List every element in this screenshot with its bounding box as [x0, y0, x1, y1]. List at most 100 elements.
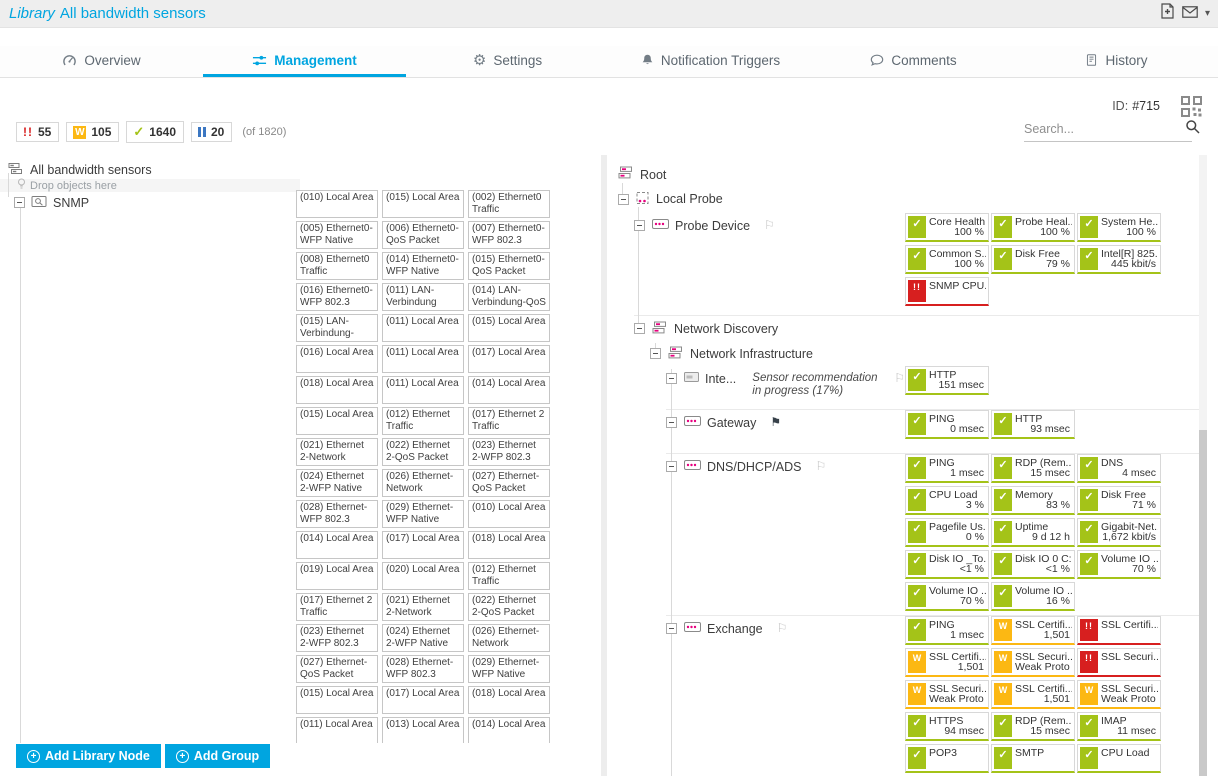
sensor-box[interactable]: ✓ POP3	[905, 744, 989, 773]
library-sensor-cell[interactable]: (015) LAN-Verbindung-	[296, 314, 378, 342]
library-root-node[interactable]: All bandwidth sensors	[0, 162, 600, 178]
library-sensor-cell[interactable]: (021) Ethernet 2-Network	[382, 593, 464, 621]
collapse-toggle[interactable]	[14, 197, 25, 208]
library-sensor-cell[interactable]: (014) LAN-Verbindung-QoS	[468, 283, 550, 311]
library-sensor-cell[interactable]: (005) Ethernet0-WFP Native	[296, 221, 378, 249]
sensor-box[interactable]: ✓ Disk Free 79 %	[991, 245, 1075, 274]
library-sensor-cell[interactable]: (017) Ethernet 2 Traffic	[296, 593, 378, 621]
collapse-toggle[interactable]	[634, 220, 645, 231]
device-label[interactable]: Gateway	[707, 416, 756, 430]
library-sensor-cell[interactable]: (017) Local Area	[468, 345, 550, 373]
sensor-box[interactable]: W SSL Securi... Weak Proto...	[991, 648, 1075, 677]
library-sensor-cell[interactable]: (007) Ethernet0-WFP 802.3	[468, 221, 550, 249]
badge-down[interactable]: !! 55	[16, 122, 59, 142]
library-sensor-cell[interactable]: (027) Ethernet-QoS Packet	[468, 469, 550, 497]
device-label[interactable]: Exchange	[707, 622, 763, 636]
library-sensor-cell[interactable]: (011) LAN-Verbindung	[382, 283, 464, 311]
library-sensor-cell[interactable]: (015) Local Area	[382, 190, 464, 218]
library-sensor-cell[interactable]: (027) Ethernet-QoS Packet	[296, 655, 378, 683]
drop-target-hint[interactable]: Drop objects here	[0, 179, 300, 192]
library-sensor-cell[interactable]: (023) Ethernet 2-WFP 802.3	[296, 624, 378, 652]
sensor-box[interactable]: ✓ DNS 4 msec	[1077, 454, 1161, 483]
sensor-box[interactable]: W SSL Securi... Weak Proto...	[1077, 680, 1161, 709]
sensor-box[interactable]: ✓ PING 1 msec	[905, 616, 989, 645]
dropdown-caret-icon[interactable]: ▾	[1205, 9, 1210, 19]
sensor-box[interactable]: ✓ Common S... 100 %	[905, 245, 989, 274]
library-sensor-cell[interactable]: (011) Local Area	[296, 717, 378, 743]
search-input[interactable]	[1024, 122, 1185, 136]
add-library-node-button[interactable]: + Add Library Node	[16, 744, 161, 768]
tab-management[interactable]: Management	[203, 46, 406, 77]
search-icon[interactable]	[1185, 119, 1200, 139]
sensor-box[interactable]: ✓ Gigabit-Net... 1,672 kbit/s	[1077, 518, 1161, 547]
sensor-box[interactable]: ✓ PING 1 msec	[905, 454, 989, 483]
badge-warning[interactable]: W 105	[66, 122, 119, 142]
sensor-box[interactable]: ✓ Probe Heal... 100 %	[991, 213, 1075, 242]
library-sensor-cell[interactable]: (026) Ethernet-Network	[468, 624, 550, 652]
library-sensor-cell[interactable]: (024) Ethernet 2-WFP Native	[296, 469, 378, 497]
sensor-box[interactable]: W SSL Certifi... 1,501	[905, 648, 989, 677]
sensor-box[interactable]: ✓ PING 0 msec	[905, 410, 989, 439]
sensor-box[interactable]: ✓ CPU Load	[1077, 744, 1161, 773]
device-label[interactable]: Network Discovery	[674, 322, 778, 336]
sensor-box[interactable]: ✓ Volume IO ... 70 %	[1077, 550, 1161, 579]
library-sensor-cell[interactable]: (029) Ethernet-WFP Native	[382, 500, 464, 528]
sensor-box[interactable]: ✓ Core Health 100 %	[905, 213, 989, 242]
library-sensor-cell[interactable]: (022) Ethernet 2-QoS Packet	[468, 593, 550, 621]
library-sensor-cell[interactable]: (023) Ethernet 2-WFP 802.3	[468, 438, 550, 466]
tab-history[interactable]: History	[1015, 46, 1218, 77]
panel-splitter[interactable]	[601, 155, 607, 776]
sensor-box[interactable]: ✓ IMAP 11 msec	[1077, 712, 1161, 741]
email-icon[interactable]	[1182, 5, 1198, 23]
collapse-toggle[interactable]	[666, 461, 677, 472]
badge-paused[interactable]: 20	[191, 122, 232, 142]
flag-icon[interactable]: ⚐	[777, 622, 788, 634]
library-sensor-cell[interactable]: (016) Ethernet0-WFP 802.3	[296, 283, 378, 311]
library-sensor-cell[interactable]: (028) Ethernet-WFP 802.3	[382, 655, 464, 683]
sensor-box[interactable]: W SSL Certifi... 1,501	[991, 616, 1075, 645]
library-sensor-cell[interactable]: (019) Local Area	[296, 562, 378, 590]
library-sensor-cell[interactable]: (014) Local Area	[468, 376, 550, 404]
library-sensor-cell[interactable]: (022) Ethernet 2-QoS Packet	[382, 438, 464, 466]
tree-node-root[interactable]: Root	[610, 155, 1200, 185]
library-sensor-cell[interactable]: (008) Ethernet0 Traffic	[296, 252, 378, 280]
sensor-box[interactable]: ✓ Uptime 9 d 12 h	[991, 518, 1075, 547]
sensor-box[interactable]: ✓ RDP (Rem... 15 msec	[991, 454, 1075, 483]
library-sensor-cell[interactable]: (017) Local Area	[382, 531, 464, 559]
library-sensor-cell[interactable]: (011) Local Area	[382, 376, 464, 404]
collapse-toggle[interactable]	[650, 348, 661, 359]
device-label[interactable]: DNS/DHCP/ADS	[707, 460, 801, 474]
library-sensor-cell[interactable]: (026) Ethernet-Network	[382, 469, 464, 497]
library-sensor-cell[interactable]: (002) Ethernet0 Traffic	[468, 190, 550, 218]
sensor-box[interactable]: ✓ System He... 100 %	[1077, 213, 1161, 242]
flag-icon[interactable]: ⚐	[894, 372, 905, 384]
library-sensor-cell[interactable]: (014) Local Area	[296, 531, 378, 559]
sensor-box[interactable]: ✓ HTTPS 94 msec	[905, 712, 989, 741]
device-label[interactable]: Probe Device	[675, 219, 750, 233]
library-sensor-cell[interactable]: (012) Ethernet Traffic	[382, 407, 464, 435]
library-sensor-cell[interactable]: (017) Local Area	[382, 686, 464, 714]
library-sensor-cell[interactable]: (028) Ethernet-WFP 802.3	[296, 500, 378, 528]
tab-overview[interactable]: Overview	[0, 46, 203, 77]
tab-comments[interactable]: Comments	[812, 46, 1015, 77]
sensor-box[interactable]: ✓ RDP (Rem... 15 msec	[991, 712, 1075, 741]
sensor-box[interactable]: ✓ CPU Load 3 %	[905, 486, 989, 515]
library-sensor-cell[interactable]: (006) Ethernet0-QoS Packet	[382, 221, 464, 249]
library-sensor-cell[interactable]: (011) Local Area	[382, 314, 464, 342]
flag-icon[interactable]: ⚐	[815, 460, 826, 472]
library-sensor-cell[interactable]: (015) Ethernet0-QoS Packet	[468, 252, 550, 280]
library-sensor-cell[interactable]: (017) Ethernet 2 Traffic	[468, 407, 550, 435]
collapse-toggle[interactable]	[634, 323, 645, 334]
library-sensor-cell[interactable]: (015) Local Area	[296, 686, 378, 714]
sensor-box[interactable]: !! SNMP CPU...	[905, 277, 989, 306]
collapse-toggle[interactable]	[666, 623, 677, 634]
badge-up[interactable]: ✓ 1640	[126, 121, 184, 143]
sensor-box[interactable]: ✓ Disk IO 0 C: <1 %	[991, 550, 1075, 579]
sensor-box[interactable]: ✓ HTTP 151 msec	[905, 366, 989, 395]
sensor-box[interactable]: ✓ SMTP	[991, 744, 1075, 773]
library-sensor-cell[interactable]: (021) Ethernet 2-Network	[296, 438, 378, 466]
sensor-box[interactable]: W SSL Securi... Weak Proto...	[905, 680, 989, 709]
library-sensor-cell[interactable]: (014) Local Area	[468, 717, 550, 743]
library-sensor-cell[interactable]: (014) Ethernet0-WFP Native	[382, 252, 464, 280]
tab-settings[interactable]: ⚙ Settings	[406, 46, 609, 77]
